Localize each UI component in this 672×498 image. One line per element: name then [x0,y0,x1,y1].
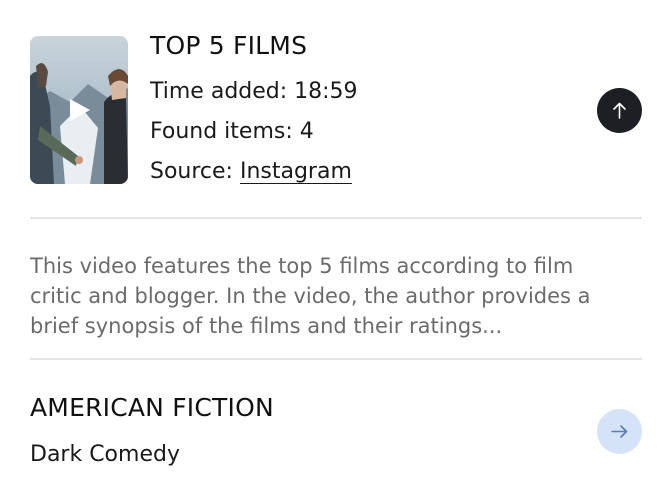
play-icon [70,99,90,121]
video-title: TOP 5 FILMS [150,31,308,60]
video-description: This video features the top 5 films acco… [30,254,591,338]
source-link[interactable]: Instagram [240,159,352,184]
video-source: Source: Instagram [150,157,352,187]
open-film-button[interactable] [597,409,642,454]
divider [30,217,642,219]
found-items-count: Found items: 4 [150,119,314,144]
time-added: Time added: 18:59 [150,79,358,104]
arrow-up-icon [613,102,626,119]
arrow-right-icon [611,425,628,438]
film-title: AMERICAN FICTION [30,393,274,422]
video-thumbnail[interactable] [30,36,128,184]
divider [30,358,642,360]
scroll-up-button[interactable] [597,88,642,133]
film-genre: Dark Comedy [30,442,180,467]
source-label: Source: [150,159,240,184]
